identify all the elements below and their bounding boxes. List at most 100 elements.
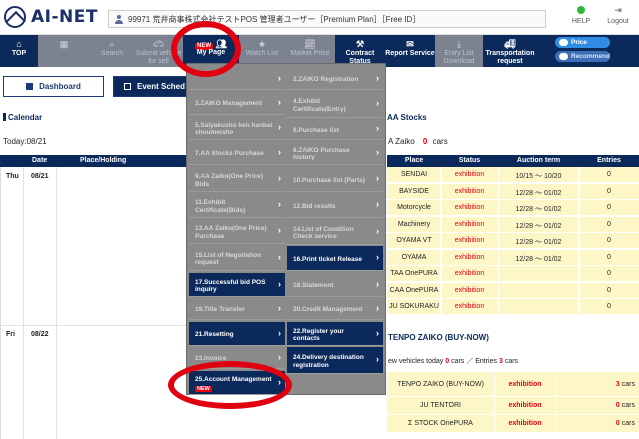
menu-item-left[interactable]: 3.ZAIKO Management [189,91,285,115]
nav-transportation-request[interactable]: 🚚︎ Transportation request [483,35,537,67]
stock-place[interactable]: BAYSIDE [387,188,441,195]
menu-item-left[interactable]: 23.Invoice [189,347,285,369]
tenpo-status-cell: exhibition [495,415,555,432]
tenpo-name-cell: JU TENTORI [387,397,494,414]
menu-item-left[interactable]: 9.AA Zaiko(One Price) Bids [189,167,285,192]
tenpo-status: exhibition [508,420,542,427]
menu-item-right[interactable]: 4.Exhibit Certificate(Entry) [287,91,383,118]
col-status: Status [458,157,481,164]
col-place-holding: Place/Holding [80,157,127,164]
event-schedule-button[interactable]: Event Sched [113,76,193,97]
nav-hidden-item[interactable]: ▦ [38,35,90,67]
menu-item-left[interactable]: 5.Saiyakusho ken hanbai shoumeisho [189,116,285,140]
nav-submit-vehicle[interactable]: 🚗︎ Submit vehicle for sell [134,35,183,67]
stock-place[interactable]: Machinery [387,221,441,228]
help-label: HELP [571,18,591,25]
tenpo-count: 0 [615,420,620,427]
menu-item-left[interactable]: 21.Resetting [189,322,285,346]
stock-status: exhibition [454,286,485,294]
menu-item-right[interactable]: 16.Print ticket Release [287,246,383,271]
logout-button[interactable]: ⇥ Logout [600,5,636,26]
menu-item-text-wrap: 17.Successful bid POS inquiry [195,279,273,294]
menu-item-left[interactable]: 17.Successful bid POS inquiry [189,273,285,297]
stock-entries: 0 [607,253,611,261]
menu-item-right[interactable]: 20.Credit Management [287,298,383,320]
menu-item-label: 11.Exhibit Certificate(Bids) [195,199,246,214]
nav-watch-list-label: Watch List [245,50,279,57]
section-marker-icon [3,113,6,121]
menu-item-right[interactable]: 22.Register your contacts [287,322,383,346]
menu-item-label: 24.Delivery destination registration [293,354,364,369]
help-button[interactable]: HELP [566,6,596,25]
menu-item-text-wrap: 5.Saiyakusho ken hanbai shoumeisho [195,122,273,137]
nav-submit-vehicle-label: Submit vehicle for sell [135,50,182,65]
nav-search[interactable]: ⌕ Search [90,35,134,67]
toggle-knob-icon [559,53,568,60]
menu-item-left[interactable]: 19.Title Transfer [189,298,285,320]
menu-item-left[interactable]: 15.List of Negotiation request [189,245,285,271]
stock-place[interactable]: SENDAI [387,171,441,178]
stock-place[interactable]: Motorcycle [387,204,441,211]
star-icon: ★ [257,39,267,49]
stock-row[interactable]: OYAMA VT exhibition 12/28 ～ 01/02 0 [387,233,639,249]
calendar-date[interactable]: 08/22 [31,331,49,338]
stock-row[interactable]: OYAMA exhibition 12/28 ～ 01/02 0 [387,249,639,266]
col-place: Place [404,157,424,164]
stock-row[interactable]: Motorcycle exhibition 12/28 ～ 01/02 0 [387,200,639,216]
menu-item-right[interactable]: 14.List of Condition Check service [287,219,383,245]
stock-place[interactable]: OYAMA VT [387,237,441,244]
tenpo-name: Σ STOCK OnePURA [408,420,473,427]
stock-row[interactable]: BAYSIDE exhibition 12/28 ～ 01/02 0 [387,183,639,200]
tenpo-row[interactable]: TENPO ZAIKO (BUY-NOW) exhibition 3 cars [387,372,639,396]
nav-top[interactable]: ⌂ TOP [0,35,38,67]
stock-status: exhibition [454,220,485,228]
stock-row[interactable]: CAA OnePURA exhibition 0 [387,282,639,299]
menu-item-right[interactable]: 2.ZAIKO Registration [287,68,383,90]
menu-item-left[interactable]: 11.Exhibit Certificate(Bids) [189,193,285,218]
nav-entry-list-download[interactable]: ⤓ Entry List Download [435,35,483,67]
menu-item-left[interactable]: 13.AA Zaiko(One Price) Purchase [189,219,285,244]
logo-text: AI-NET [31,7,98,27]
logo[interactable]: AI-NET [4,6,98,28]
tenpo-row[interactable]: JU TENTORI exhibition 0 cars [387,397,639,414]
calendar-date[interactable]: 08/21 [31,173,49,180]
cell-background [499,282,578,298]
stock-row[interactable]: JU SOKURAKU exhibition 0 [387,299,639,315]
tenpo-unit: cars [621,420,635,427]
menu-item-right[interactable]: 6.Purchase list [287,119,383,140]
nav-report-service[interactable]: ✉ Report Service [385,35,435,67]
stock-place[interactable]: TAA OnePURA [387,270,441,277]
stock-row[interactable]: Machinery exhibition 12/28 ～ 01/02 0 [387,216,639,233]
menu-item-left[interactable]: 25.Account Management NEW [189,371,285,395]
dashboard-label: Dashboard [39,82,81,91]
menu-item-label: 5.Saiyakusho ken hanbai shoumeisho [195,121,273,137]
price-toggle[interactable]: Price [555,37,610,48]
menu-item-right[interactable]: 12.Bid results [287,193,383,218]
stock-place[interactable]: JU SOKURAKU [387,303,441,310]
menu-item-label: 20.Credit Management [293,306,363,314]
menu-item-text-wrap: 19.Title Transfer [195,306,245,314]
menu-item-left[interactable]: 7.AA Stocks Purchase [189,141,285,165]
logout-icon: ⇥ [614,5,622,15]
stock-place[interactable]: OYAMA [387,254,441,261]
grid-line [1,325,191,326]
logo-mark-icon [4,6,26,28]
menu-item-right[interactable]: 24.Delivery destination registration [287,347,383,374]
menu-item-text-wrap: 13.AA Zaiko(One Price) Purchase [195,225,273,240]
recommend-toggle[interactable]: Recommend [555,51,610,62]
stock-entries: 0 [607,220,611,228]
nav-top-label: TOP [11,50,27,57]
menu-item-left[interactable] [189,68,285,90]
tenpo-row[interactable]: Σ STOCK OnePURA exhibition 0 cars [387,415,639,432]
aa-zaiko-count: 0 [422,137,428,146]
badge-row: NEW [195,384,272,392]
stock-row[interactable]: TAA OnePURA exhibition 0 [387,266,639,282]
menu-item-right[interactable]: 10.Purchase list (Parts) [287,167,383,192]
dashboard-button[interactable]: Dashboard [3,76,104,97]
stock-place[interactable]: CAA OnePURA [387,287,441,294]
menu-item-right[interactable]: 18.Statement [287,273,383,297]
tenpo-count-cell: 0 cars [556,397,639,414]
aa-zaiko-line: A Zaiko 0 cars [388,137,448,146]
stock-row[interactable]: SENDAI exhibition 10/15 ～ 10/20 0 [387,167,639,183]
menu-item-right[interactable]: 8.ZAIKO Purchase history [287,141,383,165]
